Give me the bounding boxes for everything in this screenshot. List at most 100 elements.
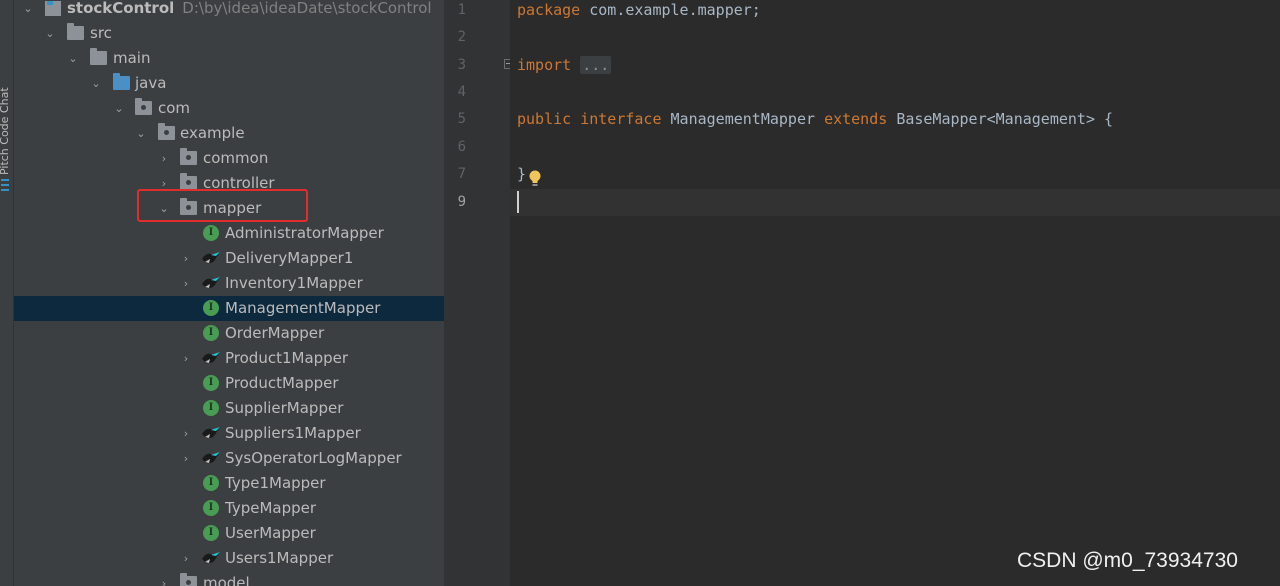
tool-window-strip: Pitch Code Chat — [0, 0, 14, 586]
chevron-right-icon[interactable]: › — [180, 421, 192, 446]
tree-item-label: main — [113, 49, 151, 67]
tool-icon-stripe — [1, 184, 9, 186]
interface-icon: I — [203, 325, 219, 341]
interface-icon: I — [203, 300, 219, 316]
tree-item-managementmapper[interactable]: I ManagementMapper — [14, 296, 444, 321]
editor-gutter: 1 2 3 4 5 6 7 9 — [444, 0, 514, 586]
mybatis-bird-icon — [201, 250, 221, 266]
interface-name: ManagementMapper — [670, 110, 816, 128]
tree-item-inventory1mapper[interactable]: › Inventory1Mapper — [14, 271, 444, 296]
tree-item-suppliers1mapper[interactable]: › Suppliers1Mapper — [14, 421, 444, 446]
interface-icon: I — [203, 500, 219, 516]
mybatis-bird-icon — [201, 275, 221, 291]
chevron-down-icon[interactable]: ⌄ — [135, 121, 147, 146]
interface-icon: I — [203, 400, 219, 416]
tree-item-productmapper[interactable]: I ProductMapper — [14, 371, 444, 396]
chevron-down-icon[interactable]: ⌄ — [113, 96, 125, 121]
current-line-highlight — [510, 189, 1280, 216]
tree-item-label: Inventory1Mapper — [225, 274, 363, 292]
tool-window-tab[interactable]: Pitch Code Chat — [0, 0, 11, 175]
package-icon — [180, 148, 197, 165]
chevron-down-icon[interactable]: ⌄ — [22, 0, 34, 21]
base-type: BaseMapper<Management> { — [896, 110, 1114, 128]
tree-item-java[interactable]: ⌄ java — [14, 71, 444, 96]
tree-item-type1mapper[interactable]: I Type1Mapper — [14, 471, 444, 496]
keyword-interface: interface — [580, 110, 662, 128]
tree-item-example[interactable]: ⌄ example — [14, 121, 444, 146]
tree-item-model[interactable]: › model — [14, 571, 444, 586]
tree-item-label: UserMapper — [225, 524, 316, 542]
mybatis-bird-icon — [201, 350, 221, 366]
line-number: 4 — [457, 84, 466, 100]
package-icon — [180, 573, 197, 586]
chevron-right-icon[interactable]: › — [180, 446, 192, 471]
line-number: 5 — [457, 111, 466, 127]
tree-item-label: Users1Mapper — [225, 549, 334, 567]
watermark: CSDN @m0_73934730 — [1017, 549, 1238, 572]
root-path: D:\by\idea\ideaDate\stockControl — [182, 0, 432, 17]
tree-item-label: ProductMapper — [225, 374, 339, 392]
tree-item-label: DeliveryMapper1 — [225, 249, 354, 267]
code-editor[interactable]: package com.example.mapper; import ... p… — [510, 0, 1280, 586]
chevron-right-icon[interactable]: › — [158, 146, 170, 171]
chevron-right-icon[interactable]: › — [180, 346, 192, 371]
package-icon — [180, 173, 197, 190]
chevron-down-icon[interactable]: ⌄ — [67, 46, 79, 71]
package-icon — [158, 123, 175, 140]
tree-item-label: AdministratorMapper — [225, 224, 384, 242]
line-number: 7 — [457, 166, 466, 182]
annotation-highlight-box — [137, 189, 308, 222]
module-icon — [45, 1, 61, 16]
tree-item-ordermapper[interactable]: I OrderMapper — [14, 321, 444, 346]
tree-item-deliverymapper1[interactable]: › DeliveryMapper1 — [14, 246, 444, 271]
line-number-current: 9 — [457, 194, 466, 210]
tool-icon-stripe — [1, 179, 9, 181]
keyword-import: import — [517, 56, 572, 74]
keyword-package: package — [517, 1, 581, 19]
chevron-right-icon[interactable]: › — [180, 546, 192, 571]
tree-item-label: model — [203, 574, 250, 586]
chevron-right-icon[interactable]: › — [158, 571, 170, 586]
keyword-extends: extends — [824, 110, 888, 128]
tree-item-users1mapper[interactable]: › Users1Mapper — [14, 546, 444, 571]
code-line-1: package com.example.mapper; — [517, 0, 761, 24]
keyword-public: public — [517, 110, 572, 128]
line-number: 6 — [457, 139, 466, 155]
tree-item-com[interactable]: ⌄ com — [14, 96, 444, 121]
tree-item-label: Type1Mapper — [225, 474, 326, 492]
tree-item-main[interactable]: ⌄ main — [14, 46, 444, 71]
line-number: 2 — [457, 29, 466, 45]
code-line-6: public interface ManagementMapper extend… — [517, 106, 1113, 133]
code-line-3: import ... — [517, 52, 612, 79]
tree-item-label: java — [135, 74, 167, 92]
folder-icon — [90, 48, 107, 65]
line-number: 1 — [457, 2, 466, 18]
tree-item-typemapper[interactable]: I TypeMapper — [14, 496, 444, 521]
chevron-down-icon[interactable]: ⌄ — [90, 71, 102, 96]
lightbulb-icon[interactable] — [529, 170, 541, 187]
tree-item-suppliermapper[interactable]: I SupplierMapper — [14, 396, 444, 421]
tree-item-src[interactable]: ⌄ src — [14, 21, 444, 46]
mybatis-bird-icon — [201, 450, 221, 466]
tree-item-common[interactable]: › common — [14, 146, 444, 171]
tree-item-label: SysOperatorLogMapper — [225, 449, 402, 467]
tree-item-label: SupplierMapper — [225, 399, 344, 417]
tree-item-label: Suppliers1Mapper — [225, 424, 361, 442]
line-number: 3 — [457, 57, 466, 73]
tree-root-stockcontrol[interactable]: ⌄ stockControl D:\by\idea\ideaDate\stockC… — [14, 0, 444, 21]
tree-item-label: common — [203, 149, 269, 167]
folder-icon — [67, 23, 84, 40]
tree-item-usermapper[interactable]: I UserMapper — [14, 521, 444, 546]
folded-imports[interactable]: ... — [580, 56, 612, 74]
tree-item-product1mapper[interactable]: › Product1Mapper — [14, 346, 444, 371]
tree-item-label: src — [90, 24, 112, 42]
mybatis-bird-icon — [201, 425, 221, 441]
interface-icon: I — [203, 525, 219, 541]
tree-item-administratormapper[interactable]: I AdministratorMapper — [14, 221, 444, 246]
chevron-down-icon[interactable]: ⌄ — [44, 21, 56, 46]
chevron-right-icon[interactable]: › — [180, 246, 192, 271]
text-caret — [517, 191, 519, 213]
tree-item-label: Product1Mapper — [225, 349, 349, 367]
tree-item-sysoperatorlogmapper[interactable]: › SysOperatorLogMapper — [14, 446, 444, 471]
chevron-right-icon[interactable]: › — [180, 271, 192, 296]
